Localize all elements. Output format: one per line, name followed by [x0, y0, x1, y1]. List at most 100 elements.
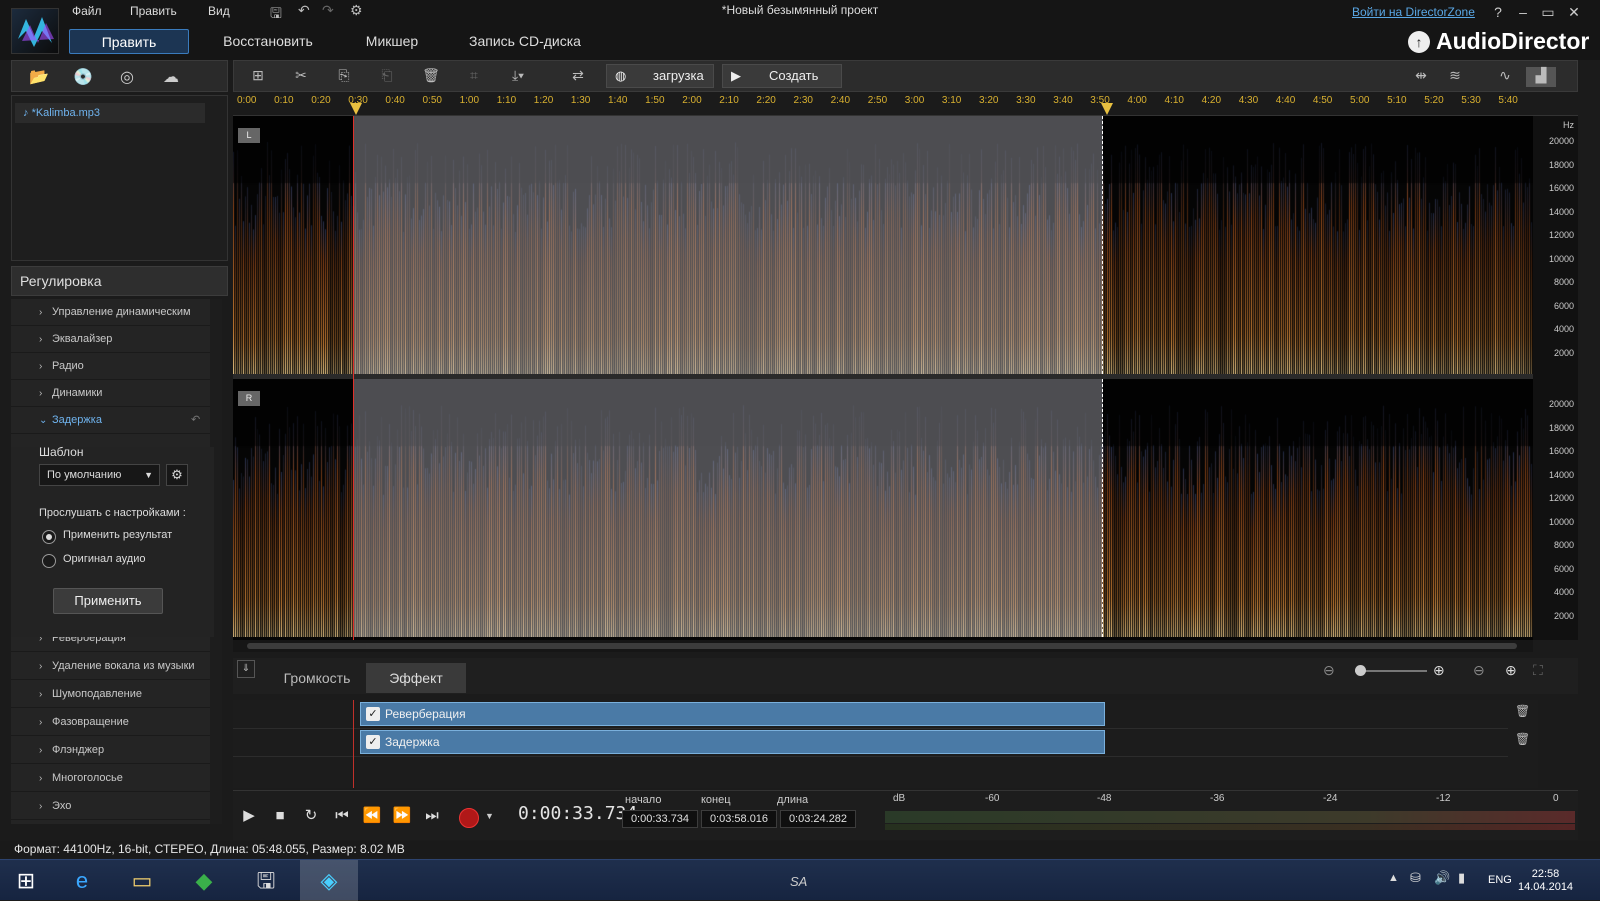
spectral-edit-icon[interactable]: ≋	[1440, 67, 1470, 87]
effect-item[interactable]: › Удаление вокала из музыки	[11, 653, 214, 680]
internet-explorer-icon[interactable]: e	[56, 860, 108, 901]
selection-start-marker[interactable]	[350, 103, 362, 115]
fit-icon[interactable]: ⛶	[1533, 662, 1543, 679]
network-icon[interactable]: ⛁	[1410, 870, 1421, 886]
skip-end-icon[interactable]: ⏭	[420, 804, 444, 828]
spectrum-view-icon[interactable]: ▟	[1526, 67, 1556, 87]
selection-end-marker[interactable]	[1101, 103, 1113, 115]
crop-icon[interactable]: ⌗	[462, 67, 486, 87]
tray-expand-icon[interactable]: ▲	[1388, 872, 1399, 884]
tab-cd-burn[interactable]: Запись CD-диска	[460, 29, 590, 54]
effect-clip-delay[interactable]: ✓ Задержка	[360, 730, 1105, 754]
length-time-field[interactable]: 0:03:24.282	[780, 810, 856, 828]
preset-settings-button[interactable]: ⚙	[166, 464, 188, 486]
radio-apply-result[interactable]	[42, 530, 56, 544]
effect-clip-reverb[interactable]: ✓ Реверберация	[360, 702, 1105, 726]
capture-icon[interactable]: ◎	[112, 67, 142, 87]
language-indicator[interactable]: ENG	[1488, 874, 1512, 886]
tab-restore[interactable]: Восстановить	[208, 29, 328, 54]
effect-item[interactable]: › Эквалайзер	[11, 326, 214, 353]
restore-button[interactable]: ▭	[1537, 2, 1559, 22]
horizontal-scrollbar[interactable]	[233, 640, 1533, 652]
checkbox-checked[interactable]: ✓	[366, 735, 380, 749]
audiodirector-taskbar-icon[interactable]: ◈	[300, 860, 358, 901]
file-explorer-icon[interactable]: ▭	[116, 860, 168, 901]
copy-icon[interactable]: ⎘	[332, 67, 356, 87]
playhead[interactable]	[353, 116, 354, 640]
delete-icon[interactable]: 🗑	[419, 67, 443, 87]
app-icon[interactable]: ◆	[178, 860, 230, 901]
record-dropdown-icon[interactable]: ▼	[485, 811, 494, 821]
zoom-in-icon[interactable]: ⊕	[1433, 662, 1445, 679]
cut-icon[interactable]: ✂	[289, 67, 313, 87]
share-icon[interactable]: ⇄	[566, 67, 590, 87]
stop-icon[interactable]: ■	[268, 804, 292, 828]
spectrogram-view[interactable]: L R	[233, 116, 1533, 640]
skip-start-icon[interactable]: ⏮	[330, 804, 354, 828]
trim-icon[interactable]: ⊞	[246, 67, 270, 87]
zoom-out-icon[interactable]: ⊖	[1323, 662, 1335, 679]
level-meter	[885, 824, 1575, 830]
effect-item[interactable]: › Динамики	[11, 380, 214, 407]
create-button[interactable]: ▶ Создать	[722, 64, 842, 88]
library-item[interactable]: ♪ *Kalimba.mp3	[15, 103, 205, 123]
scroll-thumb[interactable]	[247, 643, 1517, 649]
vzoom-out-icon[interactable]: ⊖	[1473, 662, 1485, 679]
tab-mixer[interactable]: Микшер	[352, 29, 432, 54]
tab-effect[interactable]: Эффект	[366, 663, 466, 693]
windows-start-icon[interactable]: ⊞	[0, 860, 52, 901]
floppy-app-icon[interactable]: 🖫	[240, 860, 292, 901]
status-bar: Формат: 44100Hz, 16-bit, СТЕРЕО, Длина: …	[0, 841, 1600, 857]
effect-item[interactable]: › Эхо	[11, 793, 214, 820]
waveform-fit-icon[interactable]: ⇹	[1406, 67, 1436, 87]
reset-icon[interactable]: ↶	[191, 407, 200, 434]
volume-icon[interactable]: 🔊	[1434, 870, 1450, 886]
export-icon[interactable]: ⤓▾	[506, 67, 530, 87]
clock[interactable]: 22:58 14.04.2014	[1518, 868, 1573, 894]
help-button[interactable]: ?	[1487, 2, 1509, 22]
directorzone-login-link[interactable]: Войти на DirectorZone	[1352, 5, 1475, 19]
cloud-icon[interactable]: ☁	[156, 67, 186, 87]
end-time-field[interactable]: 0:03:58.016	[701, 810, 777, 828]
trash-icon[interactable]: 🗑	[1515, 732, 1530, 746]
minimize-button[interactable]: –	[1512, 2, 1534, 22]
timeline-ruler[interactable]: 0:00 0:10 0:20 0:30 0:40 0:50 1:00 1:10 1:20 1:30…	[233, 93, 1578, 116]
brand-name: AudioDirector	[1436, 28, 1590, 54]
tab-edit[interactable]: Править	[69, 29, 189, 54]
effect-item[interactable]: › Радио	[11, 353, 214, 380]
effect-item-active[interactable]: ⌄ Задержка ↶	[11, 407, 214, 434]
effect-item[interactable]: › Фазовращение	[11, 709, 214, 736]
radio-original-audio[interactable]	[42, 554, 56, 568]
apply-button[interactable]: Применить	[53, 588, 163, 614]
checkbox-checked[interactable]: ✓	[366, 707, 380, 721]
paste-icon[interactable]: ⎗	[375, 67, 399, 87]
preset-select[interactable]: По умолчанию ▼	[39, 464, 160, 486]
tab-volume[interactable]: Громкость	[271, 663, 363, 693]
loop-icon[interactable]: ↻	[299, 804, 323, 828]
start-time-field[interactable]: 0:00:33.734	[622, 810, 698, 828]
import-cd-icon[interactable]: 💿	[68, 67, 98, 87]
channel-left[interactable]: L	[233, 116, 1533, 374]
play-icon[interactable]: ▶	[237, 804, 261, 828]
selection-region[interactable]	[353, 116, 1103, 374]
selection-region[interactable]	[353, 379, 1103, 637]
close-button[interactable]: ✕	[1563, 2, 1585, 22]
upload-button[interactable]: ◍ загрузка	[606, 64, 714, 88]
trash-icon[interactable]: 🗑	[1515, 704, 1530, 718]
effect-item[interactable]: › Многоголосье	[11, 765, 214, 792]
ruler-tick: 5:10	[1387, 95, 1407, 106]
record-icon[interactable]	[459, 808, 479, 828]
import-folder-icon[interactable]: 📂	[24, 67, 54, 87]
effect-item[interactable]: › Шумоподавление	[11, 681, 214, 708]
effect-item[interactable]: › Флэнджер	[11, 737, 214, 764]
power-icon[interactable]: ▮	[1458, 870, 1465, 886]
effect-item[interactable]: › Управление динамическим	[11, 299, 214, 326]
collapse-icon[interactable]: ⇓	[237, 660, 255, 678]
waveform-view-icon[interactable]: ∿	[1490, 67, 1520, 87]
fast-forward-icon[interactable]: ⏩	[390, 804, 414, 828]
channel-right[interactable]: R	[233, 379, 1533, 637]
zoom-slider-thumb[interactable]	[1355, 665, 1366, 676]
effect-label: Эхо	[52, 800, 72, 812]
vzoom-in-icon[interactable]: ⊕	[1505, 662, 1517, 679]
rewind-icon[interactable]: ⏪	[360, 804, 384, 828]
